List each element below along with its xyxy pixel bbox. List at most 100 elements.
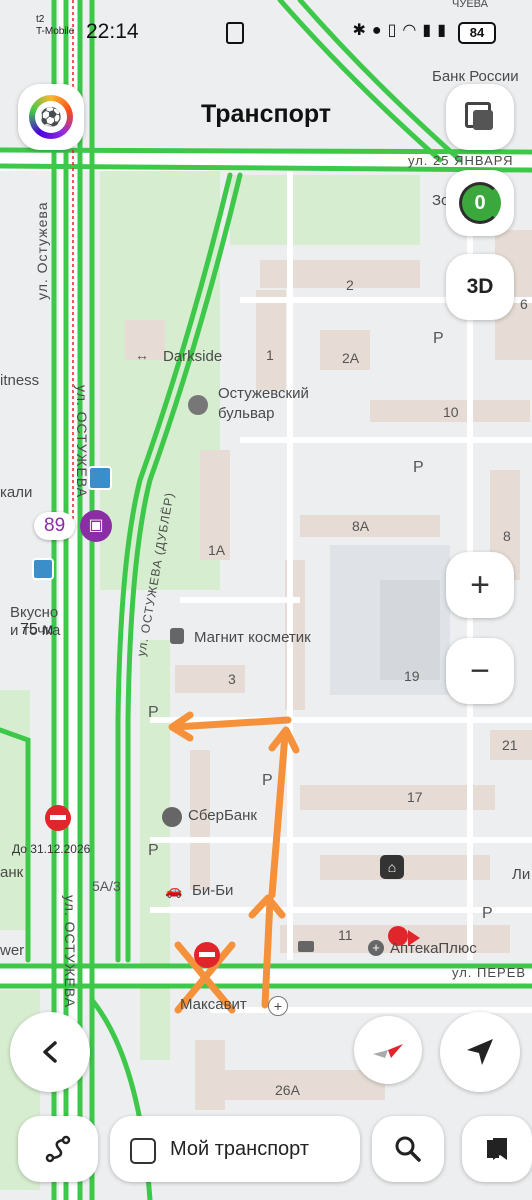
location-icon: ● [371, 22, 388, 39]
layers-icon [465, 102, 495, 132]
parking-label: P [148, 842, 159, 859]
compass-icon [373, 1044, 403, 1058]
house-number: 5А/3 [92, 878, 121, 894]
layers-button[interactable] [446, 84, 514, 150]
search-icon [395, 1136, 421, 1162]
house-number: 21 [502, 737, 518, 753]
battery-indicator: 84 [458, 22, 496, 44]
sberbank-icon [162, 807, 182, 827]
chevron-left-icon [43, 1041, 57, 1063]
poi-wer: wer [0, 942, 25, 959]
street-label-perev: ул. ПЕРЕВ [452, 965, 527, 980]
profile-avatar-button[interactable]: ⚽ [18, 84, 84, 150]
transit-stop-icon[interactable] [32, 558, 54, 580]
zoom-in-button[interactable]: + [446, 552, 514, 618]
poi-fitness: itness [0, 372, 40, 389]
traffic-score-badge: 0 [459, 182, 501, 224]
house-number: 2 [346, 277, 354, 293]
parking-label: P [413, 459, 424, 476]
page-title: Транспорт [200, 100, 332, 128]
poi-darkside-icon: ↔ [135, 347, 149, 363]
3d-label: 3D [466, 275, 494, 298]
my-transport-toggle[interactable]: Мой транспорт [110, 1116, 360, 1182]
parking-label: P [148, 704, 159, 721]
house-number: 2А [342, 350, 360, 366]
route-button[interactable] [18, 1116, 98, 1182]
zoom-in-icon: + [470, 565, 490, 604]
bookmark-icon [487, 1138, 507, 1160]
house-number: 17 [407, 789, 423, 805]
poi-li: Ли [512, 866, 531, 883]
poi-bank-rossii[interactable]: Банк России [432, 68, 519, 85]
house-number: 6 [520, 296, 528, 312]
pharmacy-icon: + [368, 940, 384, 956]
house-number: 1А [208, 542, 226, 558]
poi-ostuzhevsky-1[interactable]: Остужевский [218, 385, 309, 402]
nfc-icon [226, 22, 244, 44]
vibrate-icon: ▯ [387, 22, 403, 39]
compass-button[interactable] [354, 1016, 422, 1084]
parking-label: P [433, 330, 444, 347]
house-number: 8 [503, 528, 511, 544]
house-number: 26А [275, 1082, 300, 1098]
poi-maksavit[interactable]: Максавит [180, 996, 247, 1013]
3d-button[interactable]: 3D [446, 254, 514, 320]
status-bar: t2 T-Mobile 22:14 ✱●▯◠▮▮ 84 [0, 0, 532, 66]
carrier-line2: T-Mobile [36, 26, 75, 37]
location-arrow-icon [467, 1039, 493, 1065]
bus-icon[interactable]: ▣ [80, 510, 112, 542]
zoom-out-button[interactable]: − [446, 638, 514, 704]
street-label-25-yanvarya: ул. 25 ЯНВАРЯ [408, 153, 514, 168]
signal-icon: ▮ [422, 22, 438, 39]
car-icon: 🚗 [165, 882, 183, 898]
avatar: ⚽ [29, 95, 73, 139]
traffic-score-button[interactable]: 0 [446, 170, 514, 236]
back-button[interactable] [10, 1012, 90, 1092]
parking-label: P [262, 772, 273, 789]
street-label-ostuzheva-3: ул. ОСТУЖЕВА [62, 895, 78, 1009]
carrier-line1: t2 [36, 14, 45, 25]
pharmacy-icon-2: + [268, 996, 288, 1016]
bus-route-number: 89 [44, 515, 66, 536]
status-icons: ✱●▯◠▮▮ [353, 20, 452, 40]
bluetooth-icon: ✱ [352, 22, 372, 39]
poi-bibi[interactable]: Би-Би [192, 882, 233, 899]
bus-route-bubble[interactable]: 89 [34, 512, 76, 540]
closure-note: До 31.12.2026 [12, 842, 91, 856]
house-number: 11 [338, 927, 353, 943]
house-number: 8А [352, 518, 370, 534]
avatar-inner: ⚽ [35, 101, 67, 133]
carrier: t2 T-Mobile [36, 14, 74, 38]
zoom-out-icon: − [470, 651, 490, 690]
locate-me-button[interactable] [440, 1012, 520, 1092]
house-number: 1 [266, 347, 274, 363]
poi-apteka[interactable]: АптекаПлюс [390, 940, 477, 957]
traffic-score: 0 [474, 191, 486, 214]
street-label-ostuzheva: ул. Остужева [34, 201, 50, 300]
distance-label: 75 м [20, 621, 54, 638]
mail-icon [298, 941, 314, 952]
house-icon: ⌂ [380, 855, 404, 879]
bag-icon [170, 628, 184, 644]
poi-sberbank[interactable]: СберБанк [188, 807, 257, 824]
poi-bank-left: анк [0, 864, 24, 881]
poi-darkside[interactable]: Darkside [163, 348, 222, 365]
tree-icon [188, 395, 208, 415]
clock: 22:14 [86, 20, 139, 43]
poi-magnit[interactable]: Магнит косметик [194, 629, 311, 646]
route-icon [45, 1135, 71, 1163]
my-transport-label: Мой транспорт [170, 1138, 309, 1160]
poi-kali: кали [0, 484, 33, 501]
signal-icon-2: ▮ [437, 22, 452, 39]
search-button[interactable] [372, 1116, 444, 1182]
house-number: 19 [404, 668, 420, 684]
my-transport-checkbox[interactable] [130, 1138, 156, 1164]
bookmarks-button[interactable] [462, 1116, 532, 1182]
poi-vkusno-1[interactable]: Вкусно [10, 604, 58, 621]
house-number: 3 [228, 671, 236, 687]
wifi-icon: ◠ [402, 22, 423, 39]
parking-label: P [482, 905, 493, 922]
poi-ostuzhevsky-2: бульвар [218, 405, 275, 422]
house-number: 10 [443, 404, 459, 420]
transit-stop-icon[interactable] [88, 466, 112, 490]
